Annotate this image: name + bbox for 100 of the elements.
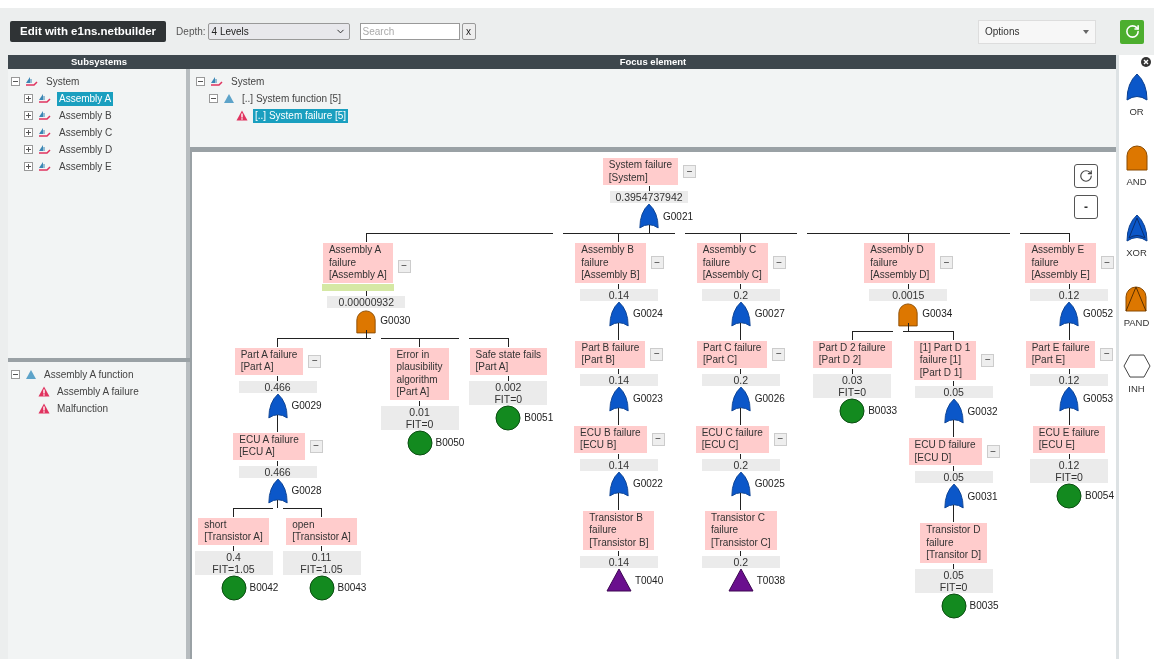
event-label[interactable]: Part A failure [Part A] <box>233 346 305 376</box>
hexagon-icon <box>1122 354 1151 379</box>
event-label[interactable]: Assembly D failure [Assembly D] <box>863 242 937 284</box>
probability-value: 0.002 <box>495 380 522 393</box>
tree-item[interactable]: Malfunction <box>55 401 111 416</box>
event-label[interactable]: ECU D failure [ECU D] <box>907 437 983 466</box>
event-label[interactable]: ECU B failure [ECU B] <box>573 424 648 454</box>
refresh-button[interactable] <box>1120 19 1144 44</box>
tree-item[interactable]: System <box>229 74 267 89</box>
event-label[interactable]: ECU A failure [ECU A] <box>232 431 306 461</box>
event-label[interactable]: ECU C failure [ECU C] <box>694 424 770 454</box>
expand-icon[interactable] <box>24 111 33 120</box>
tree-item[interactable]: Assembly C <box>57 125 115 140</box>
probability-value: 0.14 <box>608 556 630 568</box>
gate-id: T0040 <box>633 573 665 588</box>
event-label[interactable]: short [Transistor A] <box>197 516 270 546</box>
search-field[interactable]: Search <box>359 23 460 40</box>
basic-event-icon <box>308 574 335 601</box>
event-label[interactable]: Assembly A failure [Assembly A] <box>321 242 394 284</box>
collapse-button[interactable]: − <box>981 353 995 367</box>
collapse-button[interactable]: − <box>773 432 787 446</box>
event-label[interactable]: Transistor D failure [Transitor D] <box>919 522 988 564</box>
basic-event-icon <box>940 592 967 619</box>
event-label[interactable]: Safe state fails [Part A] <box>468 346 549 376</box>
fit-value: FIT=0 <box>1055 470 1083 483</box>
collapse-button[interactable]: − <box>683 165 697 178</box>
event-label[interactable]: Assembly C failure [Assembly C] <box>695 242 769 284</box>
tree-item[interactable]: Assembly A function <box>42 367 136 382</box>
gate-id: G0030 <box>379 314 412 328</box>
options-select[interactable]: Options <box>978 19 1096 44</box>
tree-item[interactable]: Assembly A failure <box>55 384 141 399</box>
edit-button[interactable]: Edit with e1ns.netbuilder <box>10 21 167 42</box>
expand-icon[interactable] <box>24 162 33 171</box>
and-gate-icon <box>355 307 378 334</box>
event-label[interactable]: Assembly E failure [Assembly E] <box>1024 242 1097 284</box>
close-icon[interactable] <box>1141 57 1151 67</box>
depth-label: Depth: <box>176 25 206 39</box>
probability-value: 0.4 <box>226 550 241 563</box>
or-gate-icon <box>729 300 752 327</box>
event-label[interactable]: ECU E failure [ECU E] <box>1031 424 1107 454</box>
zoom-out-button[interactable]: - <box>1074 195 1098 219</box>
event-label[interactable]: Part C failure [Part C] <box>696 339 769 369</box>
event-label[interactable]: Part D 2 failure [Part D 2] <box>811 339 893 369</box>
collapse-button[interactable]: − <box>397 259 411 273</box>
tree-item[interactable]: Assembly E <box>57 159 114 174</box>
event-label[interactable]: Transistor B failure [Transistor B] <box>582 509 656 551</box>
tree-item[interactable]: [..] System function [5] <box>240 91 343 106</box>
probability-value: 0.00000932 <box>338 295 395 308</box>
collapse-icon[interactable] <box>209 94 218 103</box>
or-gate-icon <box>607 385 630 412</box>
collapse-button[interactable]: − <box>940 256 954 270</box>
collapse-icon[interactable] <box>11 77 20 86</box>
collapse-button[interactable]: − <box>772 256 786 270</box>
event-label[interactable]: Transistor C failure [Transistor C] <box>703 509 778 551</box>
probability-value: 0.2 <box>733 556 749 568</box>
system-icon <box>38 126 52 139</box>
event-label[interactable]: Assembly B failure [Assembly B] <box>574 242 647 284</box>
palette-label: PAND <box>1123 315 1150 330</box>
or-gate-icon <box>638 203 660 229</box>
or-gate-icon <box>1058 300 1081 327</box>
basic-event-icon <box>220 574 247 601</box>
collapse-icon[interactable] <box>196 77 205 86</box>
expand-icon[interactable] <box>24 145 33 154</box>
probability-value: 0.12 <box>1058 458 1080 471</box>
event-label[interactable]: open [Transistor A] <box>285 516 358 546</box>
tree-item[interactable]: Assembly D <box>57 142 115 157</box>
collapse-button[interactable]: − <box>1100 256 1114 270</box>
clear-button[interactable]: x <box>461 23 476 40</box>
triangle-icon <box>223 93 235 104</box>
collapse-button[interactable]: − <box>308 354 322 368</box>
reset-view-button[interactable] <box>1074 164 1098 188</box>
expand-icon[interactable] <box>24 128 33 137</box>
gate-id: G0029 <box>290 399 323 413</box>
probability-value: 0.14 <box>608 373 630 386</box>
collapse-button[interactable]: − <box>1100 347 1114 361</box>
event-label[interactable]: Part B failure [Part B] <box>574 339 647 369</box>
pand-gate-icon <box>1124 283 1149 312</box>
probability-value: 0.466 <box>264 465 291 478</box>
palette-label: OR <box>1129 105 1144 119</box>
collapse-button[interactable]: − <box>650 347 664 361</box>
expand-icon[interactable] <box>24 94 33 103</box>
tree-item[interactable]: System <box>44 74 82 89</box>
depth-select[interactable]: 4 Levels <box>207 23 350 40</box>
event-label[interactable]: System failure [System] <box>601 157 680 186</box>
warning-icon <box>38 403 50 414</box>
collapse-icon[interactable] <box>11 370 20 379</box>
probability-value: 0.11 <box>311 550 332 563</box>
refresh-icon <box>1079 169 1093 183</box>
collapse-button[interactable]: − <box>772 347 786 361</box>
collapse-button[interactable]: − <box>986 445 1000 458</box>
event-label[interactable]: [1] Part D 1 failure [1] [Part D 1] <box>912 339 978 381</box>
gate-id: G0026 <box>753 392 786 406</box>
event-label[interactable]: Error in plausibility algorithm [Part A] <box>389 346 450 401</box>
collapse-button[interactable]: − <box>650 256 664 270</box>
collapse-button[interactable]: − <box>309 439 323 453</box>
collapse-button[interactable]: − <box>651 432 665 446</box>
event-label[interactable]: Part E failure [Part E] <box>1024 339 1097 369</box>
tree-item[interactable]: Assembly B <box>57 108 114 123</box>
gate-id: B0035 <box>968 599 1000 613</box>
system-icon <box>38 92 52 105</box>
